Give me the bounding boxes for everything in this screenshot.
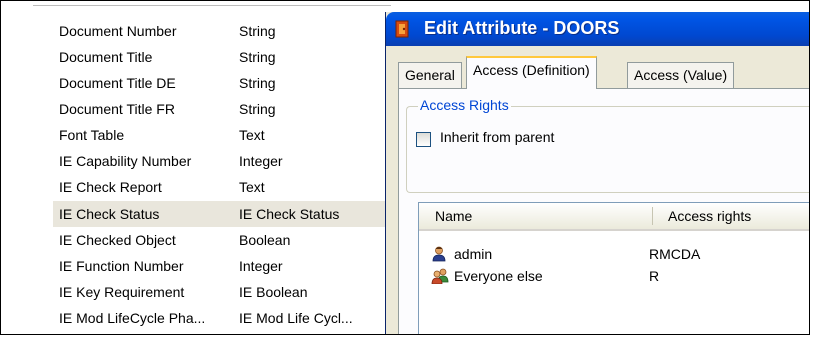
access-rights-label: Access Rights	[418, 97, 511, 113]
attribute-type: String	[239, 23, 276, 39]
access-rights-value: R	[649, 268, 660, 284]
column-header-access-rights[interactable]: Access rights	[668, 203, 751, 229]
dialog-title: Edit Attribute - DOORS	[424, 18, 620, 38]
attribute-row[interactable]: IE Checked Object Boolean	[53, 227, 393, 253]
attribute-row-selected[interactable]: IE Check Status IE Check Status	[53, 201, 393, 227]
attribute-type: IE Check Status	[239, 206, 340, 222]
attribute-name: IE Capability Number	[59, 153, 192, 169]
access-list: Name Access rights admin RMCDA Everyone …	[418, 202, 809, 334]
attribute-name: Document Number	[59, 23, 177, 39]
attribute-list: Document Number String Document Title St…	[1, 1, 393, 334]
attribute-type: String	[239, 101, 276, 117]
attribute-row[interactable]: Document Title String	[53, 44, 393, 70]
attribute-name: Document Title	[59, 49, 153, 65]
attribute-type: IE Boolean	[239, 284, 308, 300]
attribute-name: IE Checked Object	[59, 232, 176, 248]
attribute-type: Boolean	[239, 232, 291, 248]
attribute-type: Text	[239, 179, 265, 195]
tab-general[interactable]: General	[398, 62, 462, 88]
tab-access-value[interactable]: Access (Value)	[627, 62, 735, 88]
user-name: admin	[454, 246, 493, 262]
tab-strip: General Access (Definition) Access (Valu…	[398, 54, 809, 89]
column-separator[interactable]	[652, 207, 653, 225]
attribute-name: Font Table	[59, 127, 125, 143]
group-icon	[431, 268, 449, 285]
inherit-checkbox[interactable]	[416, 132, 431, 147]
attribute-type: Text	[239, 127, 265, 143]
attribute-name: IE Check Status	[59, 206, 160, 222]
edit-attribute-dialog: Edit Attribute - DOORS General Access (D…	[385, 12, 809, 334]
attribute-row[interactable]: IE Key Requirement IE Boolean	[53, 279, 393, 305]
attribute-type: Integer	[239, 153, 283, 169]
attribute-row[interactable]: Font Table Text	[53, 122, 393, 148]
attribute-row[interactable]: IE Mod LifeCycle Pha... IE Mod Life Cycl…	[53, 305, 393, 331]
attribute-name: IE Key Requirement	[59, 284, 185, 300]
screenshot-frame: Document Number String Document Title St…	[0, 0, 810, 335]
attribute-type: String	[239, 49, 276, 65]
attribute-row[interactable]: Document Number String	[53, 18, 393, 44]
access-rights-group	[406, 106, 809, 193]
doors-app-icon	[394, 20, 412, 38]
attribute-type: Integer	[239, 258, 283, 274]
title-bar[interactable]: Edit Attribute - DOORS	[386, 12, 809, 46]
attribute-name: IE Function Number	[59, 258, 184, 274]
attribute-row[interactable]: IE Function Number Integer	[53, 253, 393, 279]
attribute-row[interactable]: IE Capability Number Integer	[53, 148, 393, 174]
access-row-everyone[interactable]: Everyone else R	[419, 265, 809, 287]
attribute-type: IE Mod Life Cycl...	[239, 310, 353, 326]
inherit-label[interactable]: Inherit from parent	[440, 129, 554, 145]
access-list-header: Name Access rights	[419, 203, 809, 231]
attribute-name: IE Mod LifeCycle Pha...	[59, 310, 206, 326]
attribute-name: IE Check Report	[59, 179, 162, 195]
column-header-name[interactable]: Name	[435, 203, 472, 229]
user-name: Everyone else	[454, 268, 543, 284]
attribute-type: String	[239, 75, 276, 91]
tab-access-definition[interactable]: Access (Definition)	[466, 56, 597, 89]
attribute-row[interactable]: IE Check Report Text	[53, 174, 393, 200]
access-row-admin[interactable]: admin RMCDA	[419, 243, 809, 265]
attribute-name: Document Title DE	[59, 75, 176, 91]
attribute-row[interactable]: Document Title DE String	[53, 70, 393, 96]
attribute-name: Document Title FR	[59, 101, 175, 117]
access-rights-value: RMCDA	[649, 246, 701, 262]
user-icon	[431, 246, 449, 262]
attribute-row[interactable]: Document Title FR String	[53, 96, 393, 122]
